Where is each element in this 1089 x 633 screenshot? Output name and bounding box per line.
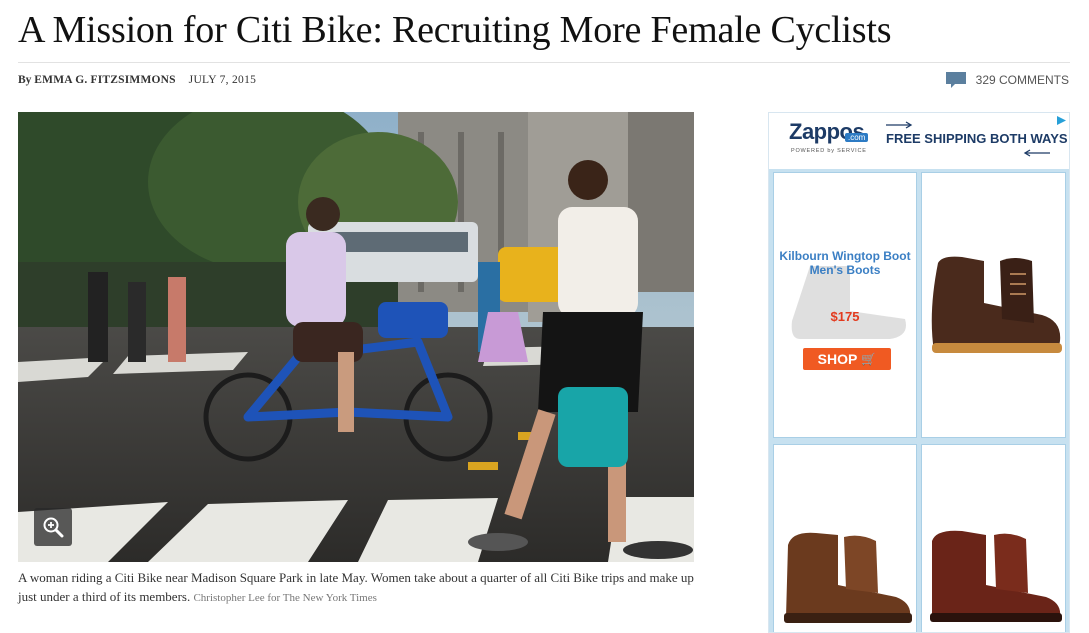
comments-count: 329 COMMENTS — [975, 73, 1069, 87]
article-photo[interactable] — [18, 112, 694, 562]
free-shipping-text: FREE SHIPPING BOTH WAYS — [886, 131, 1068, 146]
arrow-left-icon — [1023, 149, 1050, 157]
cart-icon: 🛒 — [861, 352, 877, 366]
comments-button[interactable]: 329 COMMENTS — [945, 72, 1069, 88]
boot-image — [931, 256, 1062, 353]
product-card-boot-3[interactable] — [773, 444, 917, 632]
shop-button[interactable]: SHOP 🛒 — [803, 348, 891, 370]
author-link[interactable]: EMMA G. FITZSIMMONS — [34, 74, 176, 86]
product-name[interactable]: Kilbourn Wingtop Boot Men's Boots — [774, 249, 916, 277]
byline: By EMMA G. FITZSIMMONS JULY 7, 2015 — [18, 74, 256, 86]
product-card-boot-2[interactable] — [921, 172, 1066, 438]
zappos-logo-suffix: .com — [845, 133, 869, 142]
arrow-right-icon — [886, 121, 913, 129]
photo-illustration — [18, 112, 694, 562]
boot-image — [784, 532, 912, 623]
boot-image — [930, 530, 1062, 622]
photo-caption: A woman riding a Citi Bike near Madison … — [18, 568, 708, 608]
shop-label: SHOP — [817, 351, 858, 367]
product-price: $175 — [830, 309, 860, 324]
product-card-boot-4[interactable] — [921, 444, 1066, 632]
article-headline: A Mission for Citi Bike: Recruiting More… — [18, 9, 892, 51]
photo-credit: Christopher Lee for The New York Times — [193, 592, 377, 604]
comment-bubble-icon — [945, 72, 966, 88]
zappos-tagline: POWERED by SERVICE — [791, 148, 867, 154]
zoom-in-icon — [43, 517, 64, 538]
product-card-featured[interactable]: Kilbourn Wingtop Boot Men's Boots $175 S… — [773, 172, 917, 438]
zoom-button[interactable] — [34, 508, 72, 546]
headline-divider — [18, 62, 1070, 63]
byline-prefix: By — [18, 74, 32, 86]
publish-date: JULY 7, 2015 — [188, 74, 257, 86]
adchoices-icon[interactable] — [1056, 115, 1067, 126]
ad-banner[interactable]: Zappos .com POWERED by SERVICE FREE SHIP… — [769, 113, 1069, 169]
zappos-ad[interactable]: Zappos .com POWERED by SERVICE FREE SHIP… — [768, 112, 1070, 633]
product-grid: Kilbourn Wingtop Boot Men's Boots $175 S… — [769, 169, 1069, 632]
